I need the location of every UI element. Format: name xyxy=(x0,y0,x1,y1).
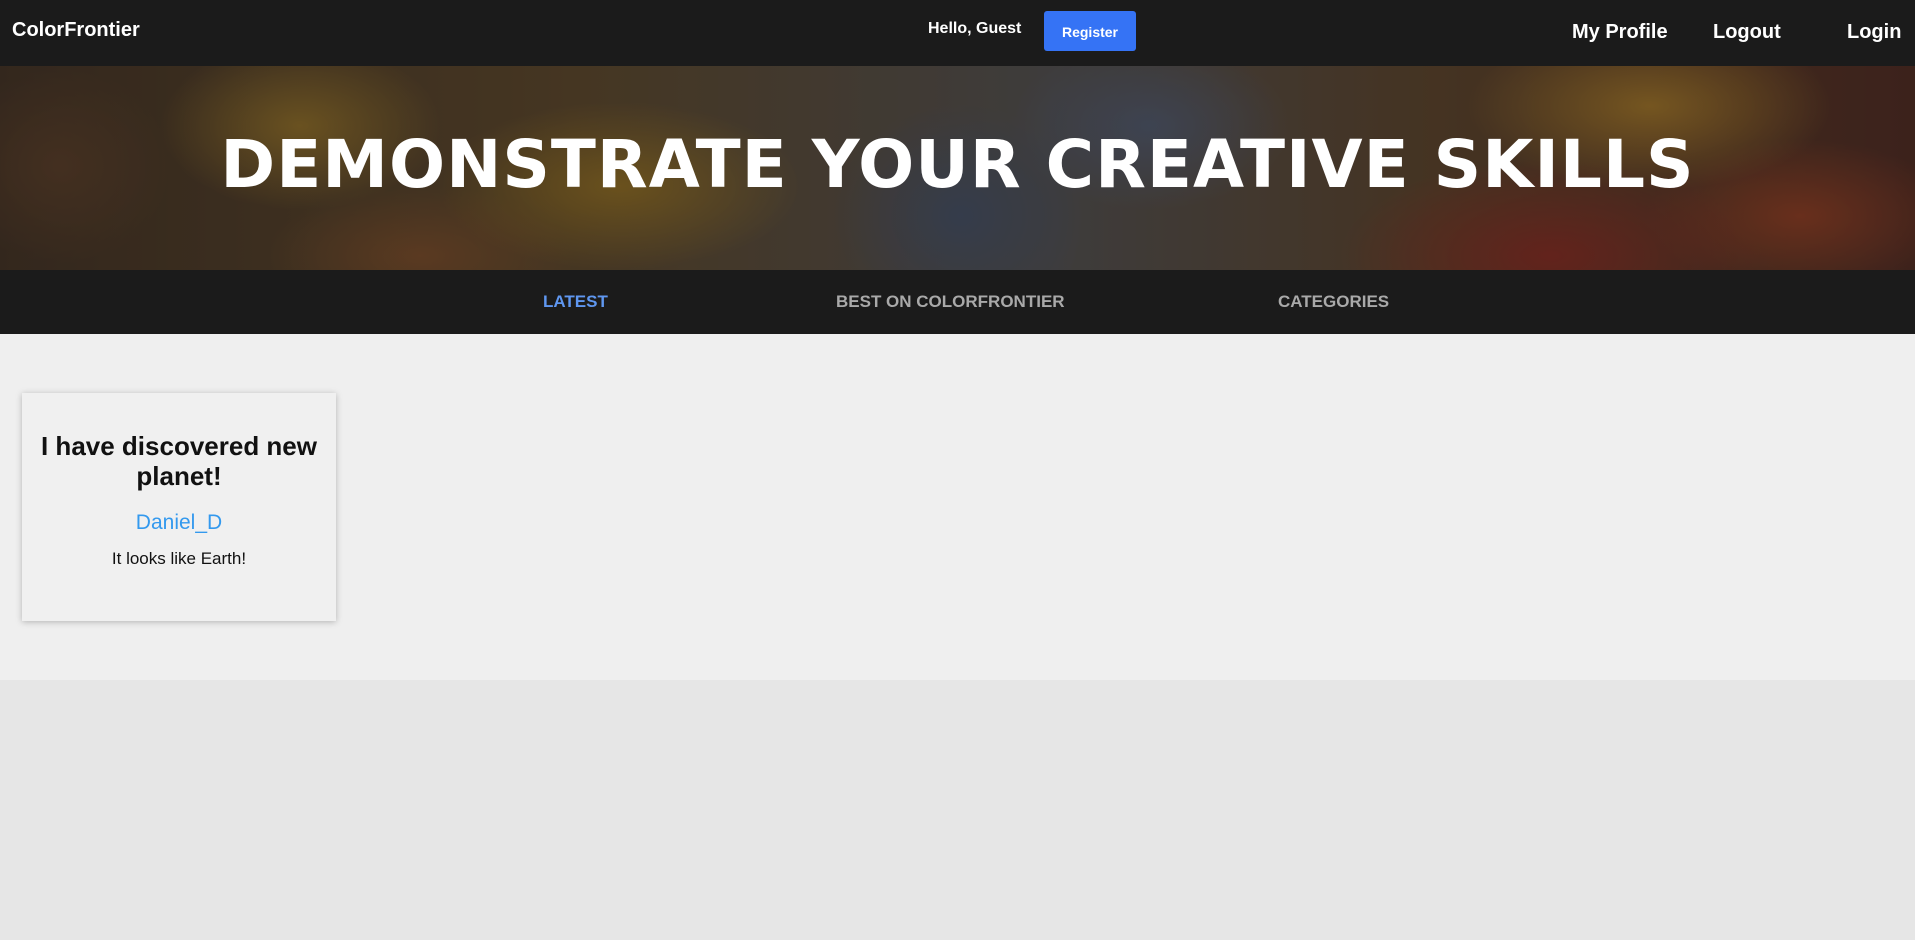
post-author-link[interactable]: Daniel_D xyxy=(136,511,222,535)
post-card[interactable]: I have discovered new planet! Daniel_D I… xyxy=(22,393,336,621)
category-tabs: LATEST BEST ON COLORFRONTIER CATEGORIES xyxy=(0,270,1915,334)
post-title: I have discovered new planet! xyxy=(40,431,317,491)
tab-categories[interactable]: CATEGORIES xyxy=(1278,292,1389,312)
tab-best-on-colorfrontier[interactable]: BEST ON COLORFRONTIER xyxy=(836,292,1065,312)
brand-logo-link[interactable]: ColorFrontier xyxy=(12,19,140,42)
hero-banner: DEMONSTRATE YOUR CREATIVE SKILLS xyxy=(0,66,1915,270)
hero-title: DEMONSTRATE YOUR CREATIVE SKILLS xyxy=(220,126,1695,203)
greeting-text: Hello, Guest xyxy=(928,20,1022,37)
logout-link[interactable]: Logout xyxy=(1713,21,1781,44)
register-button[interactable]: Register xyxy=(1044,11,1136,51)
posts-container: I have discovered new planet! Daniel_D I… xyxy=(0,334,1915,680)
login-link[interactable]: Login xyxy=(1847,21,1901,44)
top-navbar: ColorFrontier Hello, Guest Register My P… xyxy=(0,0,1915,66)
post-description: It looks like Earth! xyxy=(111,549,247,568)
my-profile-link[interactable]: My Profile xyxy=(1572,21,1668,44)
tab-latest[interactable]: LATEST xyxy=(543,292,608,312)
